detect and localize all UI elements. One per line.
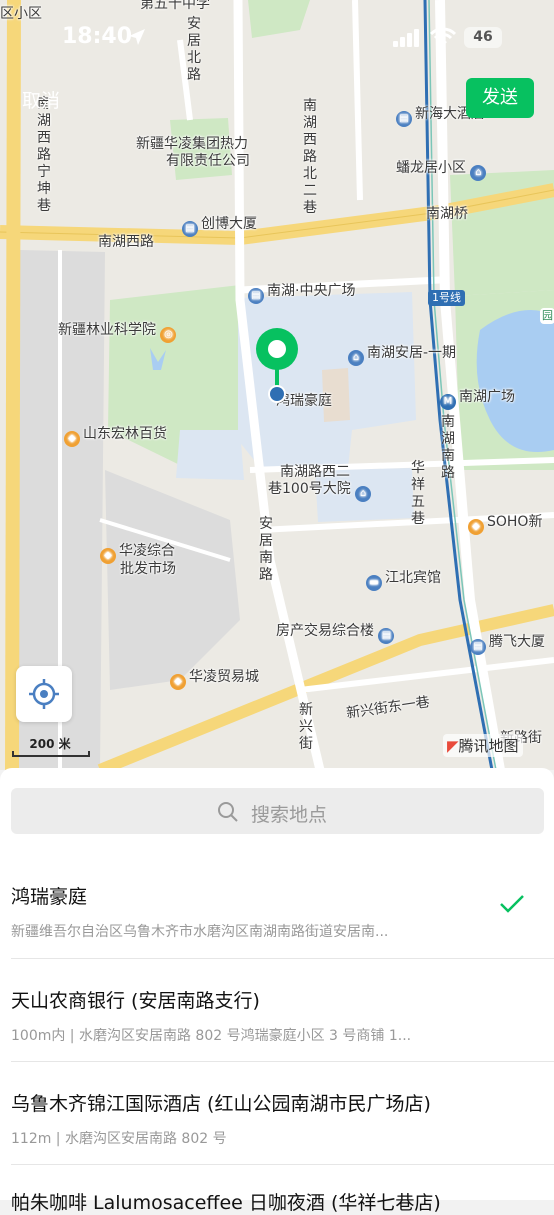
recenter-button[interactable] (16, 666, 72, 722)
map-label: 安居南路 (259, 516, 273, 583)
checkmark-icon (500, 895, 524, 913)
map-poi[interactable]: 新疆林业科学院 ◎ (58, 322, 179, 343)
list-item[interactable]: 鸿瑞豪庭 新疆维吾尔自治区乌鲁木齐市水磨沟区南湖南路街道安居南... (11, 882, 544, 941)
poi-label: 新疆林业科学院 (58, 322, 156, 338)
metro-line-badge: 1号线 (428, 290, 465, 306)
map-label: 南湖桥 (426, 206, 468, 222)
battery-icon: 46 (464, 27, 502, 48)
map-brand-label: 腾讯地图 (458, 737, 519, 755)
hotel-icon: ▬ (366, 575, 382, 591)
poi-label: 华凌综合 (119, 543, 175, 559)
wifi-icon (430, 27, 456, 46)
map-poi[interactable]: ▬ 江北宾馆 (366, 570, 441, 591)
divider (11, 958, 554, 959)
tencent-map-logo-icon: ◤ (447, 737, 459, 755)
map-label: 有限责任公司 (166, 153, 250, 169)
map-label: 南湖西路宁坤巷 (37, 96, 51, 214)
building-icon: ▤ (470, 639, 486, 655)
map-poi[interactable]: ▤ 南湖·中央广场 (248, 283, 355, 304)
map-poi[interactable]: M 南湖广场 (440, 389, 515, 410)
map-label: 南湖南路 (441, 414, 455, 481)
map-poi[interactable]: ⌂ 南湖安居-一期 (348, 345, 456, 366)
map-poi[interactable]: 房产交易综合楼 ▤ (276, 623, 397, 644)
result-subtitle: 100m内 | 水磨沟区安居南路 802 号鸿瑞豪庭小区 3 号商铺 1... (11, 1028, 412, 1044)
shop-icon: ◆ (170, 674, 186, 690)
result-title: 鸿瑞豪庭 (11, 886, 88, 908)
poi-label: 房产交易综合楼 (276, 623, 374, 639)
poi-label: 江北宾馆 (385, 570, 441, 586)
poi-label: 创博大厦 (201, 216, 257, 232)
building-icon: ▤ (378, 628, 395, 644)
map-brand: ◤腾讯地图 (443, 734, 523, 757)
map-label: 南湖西路 (98, 234, 154, 250)
poi-label: 南湖广场 (459, 389, 515, 405)
poi-label: 南湖安居-一期 (367, 345, 457, 361)
metro-icon: M (440, 394, 456, 410)
crosshair-icon (29, 679, 59, 709)
map-poi[interactable]: ◆ SOHO新 (468, 514, 542, 535)
send-button[interactable]: 发送 (466, 78, 534, 118)
map-pin-icon[interactable] (254, 326, 300, 404)
shop-icon: ◆ (64, 431, 80, 447)
divider (11, 1164, 554, 1165)
map-poi[interactable]: 蟠龙居小区 ⌂ (396, 160, 489, 181)
map-label: 南湖西路北二巷 (303, 98, 317, 216)
search-input[interactable]: 搜索地点 (11, 788, 544, 834)
result-subtitle: 112m | 水磨沟区安居南路 802 号 (11, 1131, 227, 1147)
map-label: 南湖路西二 (280, 464, 350, 480)
poi-label: 山东宏林百货 (83, 426, 167, 442)
map-label: 批发市场 (120, 561, 176, 577)
map-scale-bar (12, 751, 90, 757)
shop-icon: ◆ (468, 519, 484, 535)
map-poi[interactable]: ▤ 创博大厦 (182, 216, 257, 237)
poi-label: 巷100号大院 (268, 481, 351, 497)
map-label: 新疆华凌集团热力 (136, 136, 248, 152)
list-item[interactable]: 天山农商银行 (安居南路支行) 100m内 | 水磨沟区安居南路 802 号鸿瑞… (11, 986, 544, 1045)
list-item[interactable]: 帕朱咖啡 Lalumosaceffee 日咖夜酒 (华祥七巷店) (11, 1188, 544, 1215)
map-label: 新兴街 (299, 702, 313, 752)
home-icon: ⌂ (348, 350, 364, 366)
park-badge: 园 (540, 308, 554, 324)
poi-label: 腾飞大厦 (489, 634, 545, 650)
search-placeholder: 搜索地点 (251, 804, 328, 826)
shop-icon: ◆ (100, 548, 116, 564)
school-icon: ◎ (160, 327, 177, 343)
status-time: 18:40 (62, 24, 133, 49)
signal-icon (393, 29, 419, 47)
cancel-button[interactable]: 取消 (22, 86, 60, 113)
building-icon: ▤ (248, 288, 264, 304)
result-title: 帕朱咖啡 Lalumosaceffee 日咖夜酒 (华祥七巷店) (11, 1192, 441, 1214)
poi-label: 华凌贸易城 (189, 669, 259, 685)
map-poi[interactable]: ▤ 腾飞大厦 (470, 634, 545, 655)
result-title: 天山农商银行 (安居南路支行) (11, 990, 260, 1012)
divider (11, 1061, 554, 1062)
results-panel: 搜索地点 鸿瑞豪庭 新疆维吾尔自治区乌鲁木齐市水磨沟区南湖南路街道安居南... … (0, 768, 554, 1214)
status-bar: 18:40 46 (0, 0, 554, 76)
poi-label: 南湖·中央广场 (267, 283, 356, 299)
map-scale-label: 200 米 (29, 737, 71, 751)
result-title: 乌鲁木齐锦江国际酒店 (红山公园南湖市民广场店) (11, 1093, 431, 1115)
map-label: 华祥五巷 (411, 460, 425, 527)
poi-label: SOHO新 (487, 514, 543, 530)
result-subtitle: 新疆维吾尔自治区乌鲁木齐市水磨沟区南湖南路街道安居南... (11, 924, 389, 940)
building-icon: ▤ (182, 221, 198, 237)
map-poi[interactable]: 巷100号大院 ⌂ (268, 481, 374, 502)
map-poi[interactable]: ◆ 山东宏林百货 (64, 426, 167, 447)
map-poi[interactable]: ◆ 华凌贸易城 (170, 669, 259, 690)
building-icon: ▤ (396, 111, 412, 127)
list-item[interactable]: 乌鲁木齐锦江国际酒店 (红山公园南湖市民广场店) 112m | 水磨沟区安居南路… (11, 1089, 544, 1148)
poi-label: 蟠龙居小区 (396, 160, 466, 176)
home-icon: ⌂ (470, 165, 487, 181)
search-icon (218, 802, 238, 822)
home-icon: ⌂ (355, 486, 372, 502)
location-arrow-icon (129, 29, 145, 45)
